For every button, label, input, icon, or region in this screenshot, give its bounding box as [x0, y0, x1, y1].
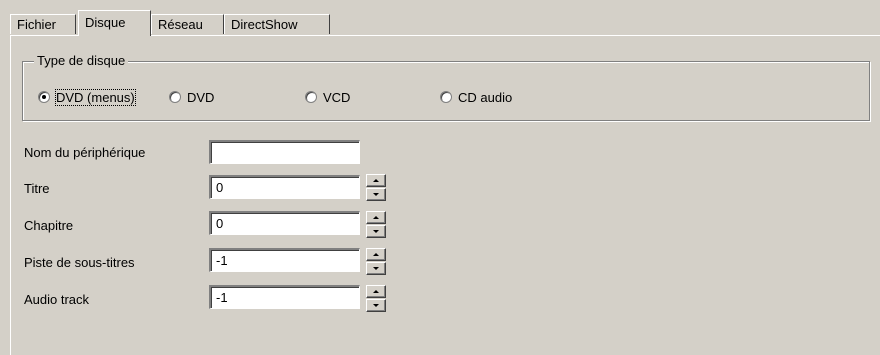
chapter-label: Chapitre [24, 218, 74, 233]
arrow-down-icon [373, 193, 379, 196]
device-name-input[interactable] [209, 140, 360, 164]
arrow-up-icon [373, 179, 379, 182]
device-name-label: Nom du périphérique [24, 145, 146, 160]
radio-dvd-menus[interactable]: DVD (menus) [38, 88, 136, 106]
radio-label: VCD [323, 89, 351, 105]
tab-label: Disque [85, 15, 126, 30]
arrow-up-icon [373, 253, 379, 256]
chapter-spinner [366, 211, 386, 239]
tab-label: Fichier [17, 17, 57, 32]
spin-down-button[interactable] [366, 262, 386, 275]
audio-track-input[interactable]: -1 [209, 285, 360, 309]
tab-label: DirectShow [231, 17, 298, 32]
radio-selected-icon [38, 91, 50, 103]
title-label: Titre [24, 181, 50, 196]
radio-unselected-icon [169, 91, 181, 103]
spin-up-button[interactable] [366, 174, 386, 187]
radio-vcd[interactable]: VCD [305, 89, 350, 105]
spin-up-button[interactable] [366, 285, 386, 298]
title-input[interactable]: 0 [209, 175, 360, 199]
disc-type-legend: Type de disque [34, 53, 129, 68]
radio-unselected-icon [305, 91, 317, 103]
audio-track-spinner [366, 285, 386, 313]
tab-disque[interactable]: Disque [78, 10, 151, 36]
spin-down-button[interactable] [366, 299, 386, 312]
arrow-down-icon [373, 267, 379, 270]
radio-cd-audio[interactable]: CD audio [440, 89, 512, 105]
chapter-input[interactable]: 0 [209, 211, 360, 235]
radio-unselected-icon [440, 91, 452, 103]
spin-up-button[interactable] [366, 211, 386, 224]
radio-label: DVD (menus) [55, 88, 136, 106]
tab-label: Réseau [158, 17, 203, 32]
subtitle-track-label: Piste de sous-titres [24, 255, 135, 270]
spin-down-button[interactable] [366, 188, 386, 201]
audio-track-label: Audio track [24, 292, 90, 307]
spin-up-button[interactable] [366, 248, 386, 261]
subtitle-track-input[interactable]: -1 [209, 248, 360, 272]
radio-label: DVD [187, 89, 215, 105]
radio-label: CD audio [458, 89, 513, 105]
radio-dvd[interactable]: DVD [169, 89, 214, 105]
arrow-up-icon [373, 216, 379, 219]
subtitle-track-spinner [366, 248, 386, 276]
title-spinner [366, 174, 386, 202]
tab-fichier[interactable]: Fichier [10, 14, 76, 34]
arrow-down-icon [373, 304, 379, 307]
tab-reseau[interactable]: Réseau [151, 14, 224, 34]
arrow-up-icon [373, 290, 379, 293]
arrow-down-icon [373, 230, 379, 233]
tab-directshow[interactable]: DirectShow [224, 14, 330, 34]
spin-down-button[interactable] [366, 225, 386, 238]
